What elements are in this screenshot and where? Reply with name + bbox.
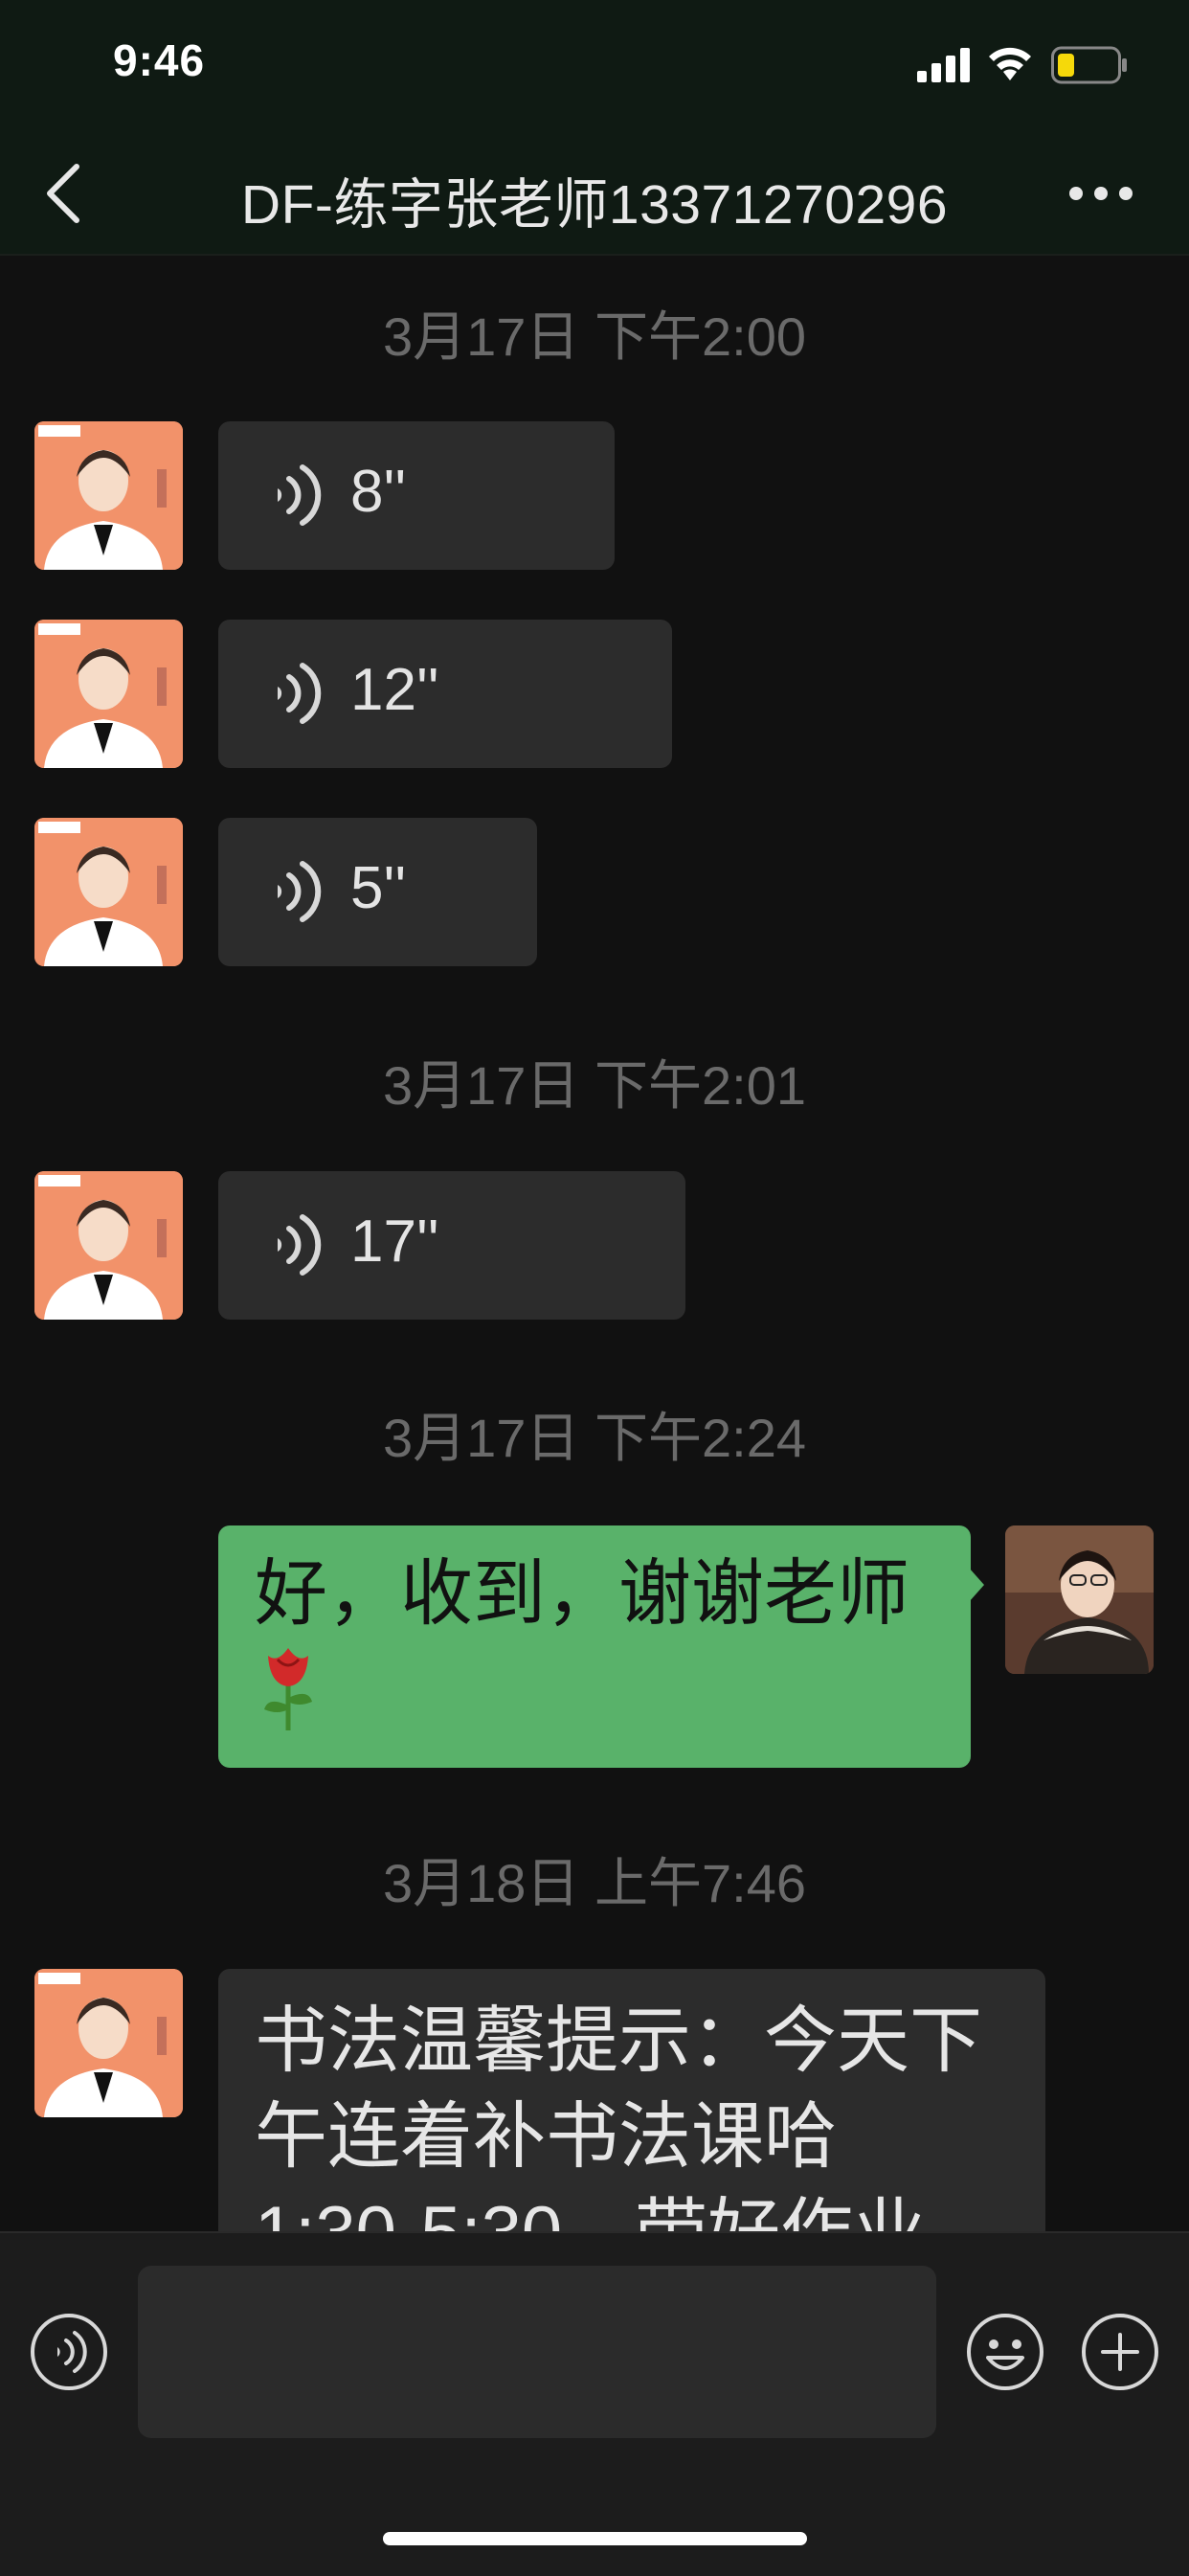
plus-icon[interactable] <box>1080 2312 1160 2392</box>
rose-icon <box>264 1648 312 1730</box>
rose-emoji <box>255 1642 322 1758</box>
message-text-line: 书法温馨提示：今天下 <box>255 2000 982 2082</box>
teacher-avatar[interactable] <box>34 620 183 768</box>
voice-icon <box>278 861 322 922</box>
voice-message[interactable]: 8'' <box>218 421 615 570</box>
message-timestamp: 3月17日 下午2:24 <box>383 1408 806 1468</box>
chat-area[interactable]: 3月17日 下午2:00 8'' 12'' 5'' 3月17日 下午2:01 1… <box>0 256 1189 2231</box>
bubble-tail <box>969 1568 984 1602</box>
emoji-icon[interactable] <box>965 2312 1045 2392</box>
nav-bar: DF-练字张老师13371270296 <box>0 134 1189 256</box>
input-bar <box>0 2231 1189 2576</box>
voice-icon <box>278 663 322 724</box>
voice-input-icon[interactable] <box>29 2312 109 2392</box>
teacher-avatar[interactable] <box>34 1969 183 2117</box>
voice-duration: 17'' <box>350 1209 439 1275</box>
wifi-icon <box>989 47 1031 80</box>
voice-duration: 8'' <box>350 459 407 525</box>
teacher-avatar[interactable] <box>34 421 183 570</box>
teacher-avatar[interactable] <box>34 818 183 966</box>
message-text-line: 1:30-5:30，带好作业 <box>255 2185 926 2231</box>
received-text-message[interactable]: 书法温馨提示：今天下 午连着补书法课哈 1:30-5:30，带好作业 <box>218 1969 1045 2231</box>
voice-duration: 12'' <box>350 657 439 723</box>
more-icon[interactable] <box>1063 172 1139 215</box>
back-icon[interactable] <box>38 159 96 228</box>
user-avatar[interactable] <box>1005 1525 1154 1674</box>
chat-title: DF-练字张老师13371270296 <box>240 174 949 236</box>
message-input[interactable] <box>138 2266 936 2438</box>
voice-duration: 5'' <box>350 855 407 921</box>
message-text-line: 午连着补书法课哈 <box>255 2096 837 2178</box>
voice-icon <box>278 464 322 526</box>
message-timestamp: 3月18日 上午7:46 <box>383 1853 806 1913</box>
home-indicator <box>383 2532 807 2545</box>
status-bar: 9:46 <box>0 0 1189 134</box>
battery-icon <box>1051 46 1127 84</box>
message-timestamp: 3月17日 下午2:00 <box>383 306 806 367</box>
voice-icon <box>278 1214 322 1276</box>
teacher-avatar[interactable] <box>34 1171 183 1320</box>
sent-text-message[interactable]: 好，收到，谢谢老师 <box>218 1525 971 1768</box>
cellular-signal-icon <box>917 48 970 82</box>
message-text: 好，收到，谢谢老师 <box>255 1553 909 1635</box>
voice-message[interactable]: 17'' <box>218 1171 685 1320</box>
voice-message[interactable]: 5'' <box>218 818 537 966</box>
message-timestamp: 3月17日 下午2:01 <box>383 1055 806 1116</box>
voice-message[interactable]: 12'' <box>218 620 672 768</box>
status-time: 9:46 <box>113 35 206 85</box>
